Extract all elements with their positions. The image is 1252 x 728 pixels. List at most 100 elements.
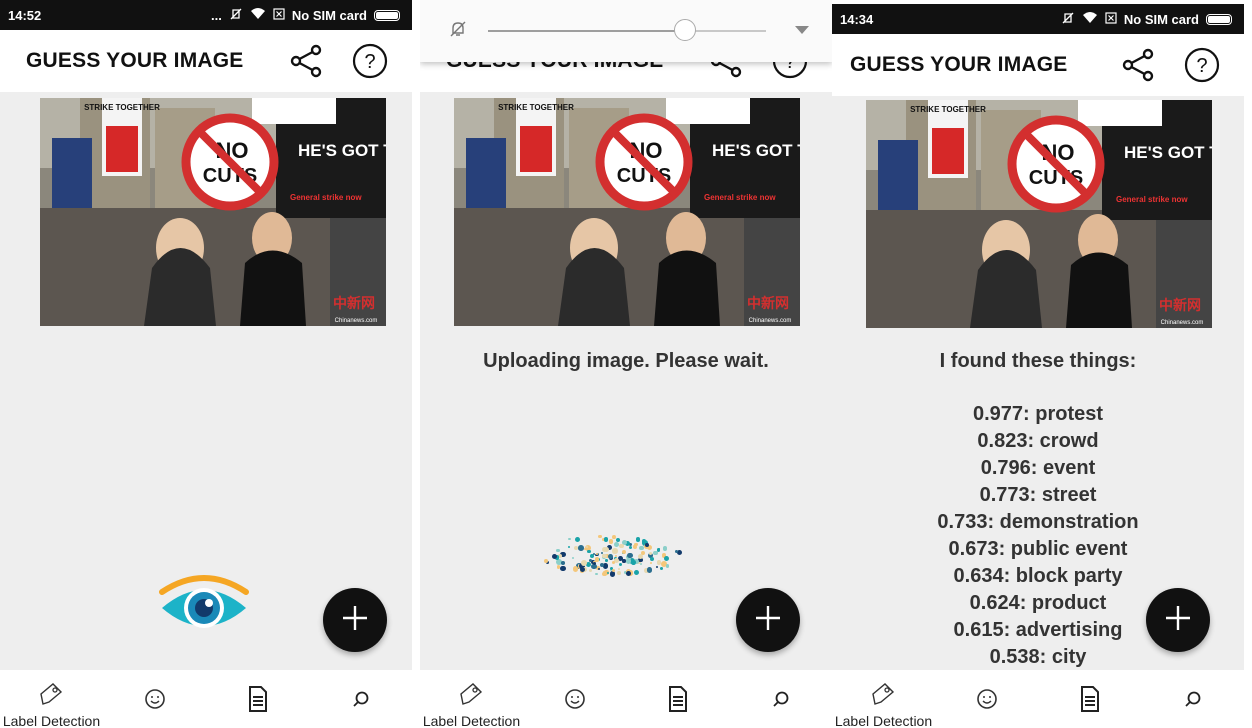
share-icon[interactable] [290, 44, 324, 78]
result-item: 0.823: crowd [977, 430, 1099, 452]
svg-text:?: ? [1196, 55, 1207, 77]
sign-strike: STRIKE TOGETHER [910, 105, 986, 114]
loading-particle [633, 544, 636, 548]
battery-icon [374, 9, 400, 21]
svg-text:?: ? [364, 51, 375, 73]
loading-particle [619, 543, 624, 549]
nav-face-detection[interactable] [103, 670, 206, 715]
loading-particle [560, 565, 566, 572]
sign-general-strike: General strike now [290, 193, 362, 202]
loading-particle [608, 539, 614, 544]
loading-particle [572, 566, 579, 572]
add-icon [340, 603, 370, 638]
nav-text-detection[interactable] [206, 670, 309, 717]
nav-text-detection[interactable] [626, 670, 729, 717]
help-icon[interactable]: ? [1184, 47, 1220, 83]
loading-particle [568, 537, 572, 541]
screen-uploading: GUESS YOUR IMAGE ? [420, 0, 832, 728]
loading-particle [619, 563, 623, 567]
add-icon [1163, 603, 1193, 638]
loading-particle [606, 572, 610, 575]
add-image-button[interactable] [323, 588, 387, 652]
nav-label-detection[interactable]: Label Detection [420, 670, 523, 728]
loading-animation [510, 526, 710, 586]
volume-slider-fill [488, 30, 686, 32]
uploading-message: Uploading image. Please wait. [483, 350, 769, 372]
loading-particle [617, 567, 620, 570]
loading-particle [635, 537, 641, 543]
document-icon [248, 686, 268, 717]
loading-particle [589, 569, 592, 573]
nav-search[interactable] [729, 670, 832, 713]
app-bar: GUESS YOUR IMAGE ? [832, 34, 1244, 96]
status-time: 14:34 [840, 11, 874, 27]
uploaded-photo: STRIKE TOGETHER HE'S GOT TO GO General s… [454, 98, 800, 326]
loading-particle [611, 560, 615, 564]
volume-panel [420, 0, 832, 62]
status-bar: 14:52 ... No SIM card [0, 0, 412, 30]
loading-particle [612, 534, 617, 539]
nav-search[interactable] [309, 670, 412, 713]
nav-search[interactable] [1141, 670, 1244, 713]
no-sim-icon [1105, 11, 1117, 27]
share-icon[interactable] [1122, 48, 1156, 82]
loading-particle [602, 553, 607, 559]
nav-label-detection[interactable]: Label Detection [0, 670, 103, 728]
face-icon [564, 688, 586, 715]
loading-particle [677, 550, 683, 556]
nav-label-detection[interactable]: Label Detection [832, 670, 935, 728]
nav-face-detection[interactable] [523, 670, 626, 715]
result-item: 0.733: demonstration [937, 511, 1139, 533]
wifi-icon [1082, 11, 1098, 27]
loading-particle [602, 571, 607, 577]
face-icon [144, 688, 166, 715]
loading-particle [622, 550, 627, 555]
results-heading: I found these things: [939, 350, 1137, 372]
sign-got-to-go: HE'S GOT TO GO [1124, 143, 1212, 162]
add-image-button[interactable] [736, 588, 800, 652]
status-bar: 14:34 No SIM card [832, 4, 1244, 34]
bottom-navigation: Label Detection [0, 670, 412, 728]
top-edge [832, 0, 1244, 4]
loading-particle [578, 545, 584, 551]
status-sim: No SIM card [291, 7, 367, 23]
no-sim-icon [273, 7, 285, 23]
sign-strike: STRIKE TOGETHER [84, 103, 160, 112]
loading-particle [649, 562, 653, 565]
watermark-sub: Chinanews.com [749, 318, 792, 324]
volume-slider-thumb[interactable] [674, 19, 697, 41]
loading-particle [603, 546, 609, 552]
add-image-button[interactable] [1146, 588, 1210, 652]
bottom-navigation: Label Detection [420, 670, 832, 728]
screen-initial: 14:52 ... No SIM card GUESS YOUR IMAGE ? [0, 0, 412, 728]
loading-particle [626, 570, 631, 576]
loading-particle [656, 566, 659, 569]
loading-particle [631, 560, 636, 565]
result-item: 0.796: event [980, 457, 1096, 479]
loading-particle [645, 542, 650, 547]
volume-slider[interactable] [488, 19, 766, 41]
loading-particle [584, 547, 587, 551]
uploaded-photo: STRIKE TOGETHER HE'S GOT TO GO General s… [866, 100, 1212, 328]
sign-general-strike: General strike now [704, 193, 776, 202]
search-icon [1184, 690, 1202, 713]
help-icon[interactable]: ? [352, 43, 388, 79]
wifi-icon [250, 7, 266, 23]
loading-particle [572, 556, 575, 559]
nav-label: Label Detection [834, 713, 933, 728]
loading-particle [574, 536, 580, 542]
document-icon [1080, 686, 1100, 717]
loading-particle [593, 561, 597, 565]
app-title: GUESS YOUR IMAGE [26, 49, 244, 72]
loading-particle [586, 549, 591, 554]
nav-face-detection[interactable] [935, 670, 1038, 715]
loading-particle [646, 566, 653, 573]
nav-text-detection[interactable] [1038, 670, 1141, 717]
bell-off-icon[interactable] [448, 19, 468, 44]
chevron-down-icon[interactable] [794, 22, 810, 40]
watermark-sub: Chinanews.com [335, 318, 378, 324]
tag-icon [39, 682, 65, 711]
sign-general-strike: General strike now [1116, 195, 1188, 204]
face-icon [976, 688, 998, 715]
loading-particle [629, 546, 633, 550]
